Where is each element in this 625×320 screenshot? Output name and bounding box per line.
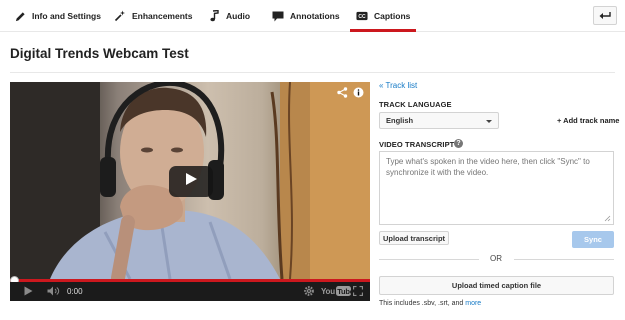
divider (10, 72, 615, 73)
svg-text:You: You (321, 287, 335, 296)
video-player[interactable]: 0:00 You Tube (10, 82, 370, 301)
current-time: 0:00 (67, 287, 83, 296)
gear-icon (304, 283, 314, 301)
play-icon (24, 283, 33, 301)
add-track-name-link[interactable]: + Add track name (557, 116, 619, 125)
tab-label: Captions (374, 11, 411, 21)
settings-button[interactable] (303, 285, 315, 298)
chevron-down-icon (486, 120, 492, 123)
tab-label: Info and Settings (32, 11, 101, 21)
speech-bubble-icon (272, 10, 284, 22)
return-arrow-icon (599, 7, 611, 25)
fullscreen-button[interactable] (352, 285, 364, 298)
video-transcript-label: VIDEO TRANSCRIPT (379, 140, 455, 149)
fullscreen-icon (352, 283, 364, 301)
divider (514, 259, 614, 260)
tab-enhancements[interactable]: Enhancements (114, 0, 192, 32)
tab-captions[interactable]: CC Captions (349, 0, 417, 32)
language-selected-value: English (386, 116, 414, 125)
info-icon[interactable] (352, 86, 364, 98)
file-types-note: This includes .sbv, .srt, and more (379, 300, 481, 307)
page-title: Digital Trends Webcam Test (10, 46, 189, 61)
share-icon[interactable] (336, 86, 348, 98)
cc-icon: CC (356, 10, 368, 22)
more-formats-link[interactable]: more (465, 300, 481, 307)
music-note-icon (208, 10, 220, 22)
svg-text:Tube: Tube (337, 287, 351, 296)
player-controls: 0:00 You Tube (10, 282, 370, 301)
play-icon (184, 172, 198, 191)
transcript-input[interactable] (379, 151, 614, 225)
play-button[interactable] (169, 166, 213, 197)
or-separator: OR (490, 254, 502, 263)
sync-button[interactable]: Sync (572, 231, 614, 248)
magic-wand-icon (114, 10, 126, 22)
tab-audio[interactable]: Audio (208, 0, 250, 32)
track-list-link[interactable]: « Track list (379, 81, 417, 90)
help-icon[interactable]: ? (454, 139, 463, 148)
back-button[interactable] (593, 6, 617, 25)
resize-grip-icon[interactable] (603, 214, 611, 222)
tab-info-and-settings[interactable]: Info and Settings (14, 0, 101, 32)
play-control[interactable] (22, 285, 34, 298)
language-select[interactable]: English (379, 112, 499, 129)
pencil-icon (14, 10, 26, 22)
tab-label: Audio (226, 11, 251, 21)
tab-label: Annotations (290, 11, 340, 21)
tab-annotations[interactable]: Annotations (272, 0, 340, 32)
tab-label: Enhancements (132, 11, 193, 21)
file-types-note-text: This includes .sbv, .srt, and (379, 300, 466, 307)
youtube-logo-mark: You Tube (321, 286, 354, 296)
youtube-logo[interactable]: You Tube (321, 285, 354, 301)
volume-icon (47, 283, 60, 301)
upload-timed-caption-button[interactable]: Upload timed caption file (379, 276, 614, 295)
editor-tab-bar: Info and Settings Enhancements Audio Ann… (0, 0, 625, 32)
divider (379, 259, 479, 260)
volume-button[interactable] (46, 285, 60, 298)
upload-transcript-button[interactable]: Upload transcript (379, 231, 449, 245)
svg-text:CC: CC (358, 14, 366, 20)
track-language-label: TRACK LANGUAGE (379, 100, 452, 109)
